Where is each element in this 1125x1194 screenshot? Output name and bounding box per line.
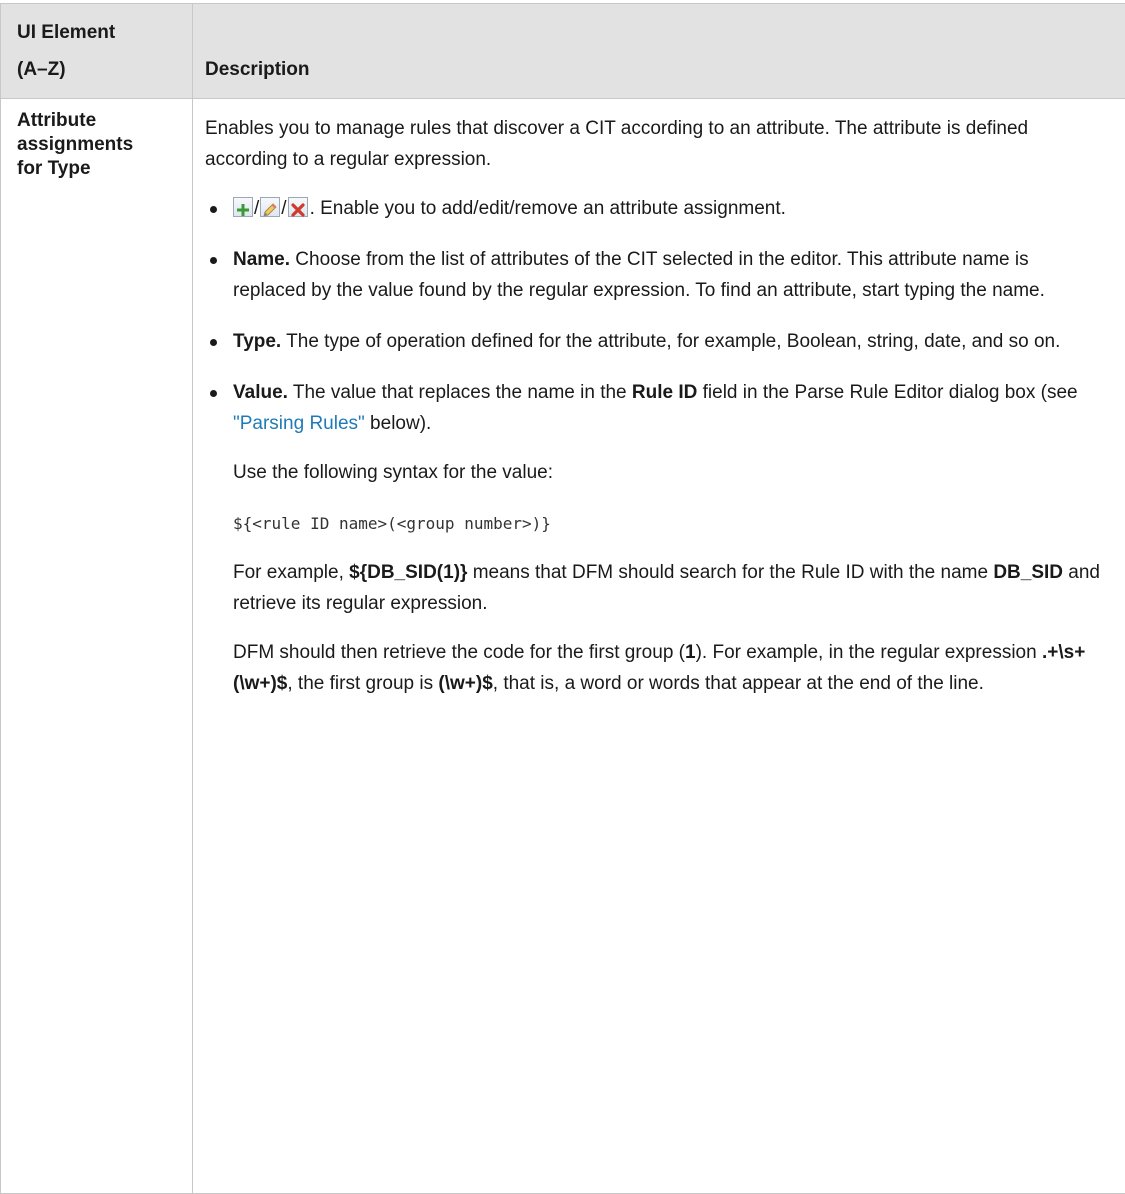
ui-element-cell: Attribute assignments for Type xyxy=(1,99,193,1194)
syntax-code: ${<rule ID name>(<group number>)} xyxy=(233,508,1106,539)
header-description-label: Description xyxy=(205,59,310,80)
name-label: Name. xyxy=(233,249,290,270)
ui-element-table: UI Element (A–Z) Description Attribute a… xyxy=(0,3,1125,1194)
value-label: Value. xyxy=(233,382,288,403)
header-ui-element-label: UI Element xyxy=(17,22,115,43)
value-text-2: field in the Parse Rule Editor dialog bo… xyxy=(697,382,1077,403)
edit-pencil-icon[interactable] xyxy=(260,197,280,217)
value-text-1: The value that replaces the name in the xyxy=(288,382,632,403)
ui-element-line-3: for Type xyxy=(17,158,91,179)
list-item: Name. Choose from the list of attributes… xyxy=(205,244,1106,306)
example-text-1: For example, xyxy=(233,562,349,583)
table-header-row: UI Element (A–Z) Description xyxy=(1,4,1125,99)
group-paragraph: DFM should then retrieve the code for th… xyxy=(233,637,1106,699)
description-list: / / xyxy=(205,193,1106,699)
icon-separator: / xyxy=(254,193,259,224)
type-label: Type. xyxy=(233,331,281,352)
group-bold-3: (\w+)$ xyxy=(438,673,492,694)
parsing-rules-link[interactable]: "Parsing Rules" xyxy=(233,413,365,434)
example-text-2: means that DFM should search for the Rul… xyxy=(467,562,993,583)
remove-x-icon[interactable] xyxy=(288,197,308,217)
example-paragraph: For example, ${DB_SID(1)} means that DFM… xyxy=(233,557,1106,619)
example-bold-2: DB_SID xyxy=(993,562,1063,583)
value-rule-id: Rule ID xyxy=(632,382,697,403)
add-icon[interactable] xyxy=(233,197,253,217)
value-text-3: below). xyxy=(365,413,432,434)
header-description: Description xyxy=(193,4,1125,99)
list-item: Type. The type of operation defined for … xyxy=(205,326,1106,357)
header-ui-element: UI Element (A–Z) xyxy=(1,4,193,99)
description-cell: Enables you to manage rules that discove… xyxy=(193,99,1125,1194)
example-bold-1: ${DB_SID(1)} xyxy=(349,562,467,583)
group-text-3: , the first group is xyxy=(287,673,438,694)
ui-element-line-1: Attribute xyxy=(17,110,96,131)
name-text: Choose from the list of attributes of th… xyxy=(233,249,1045,301)
list-item: / / xyxy=(205,193,1106,224)
icon-separator: / xyxy=(281,193,286,224)
header-ui-element-sub: (A–Z) xyxy=(17,59,66,80)
description-intro: Enables you to manage rules that discove… xyxy=(205,113,1106,175)
type-text: The type of operation defined for the at… xyxy=(281,331,1060,352)
group-text-2: ). For example, in the regular expressio… xyxy=(696,642,1042,663)
ui-element-line-2: assignments xyxy=(17,134,133,155)
group-bold-1: 1 xyxy=(685,642,696,663)
toolbar-icons: / / xyxy=(233,193,308,224)
icons-description: . Enable you to add/edit/remove an attri… xyxy=(310,198,786,219)
list-item: Value. The value that replaces the name … xyxy=(205,377,1106,699)
syntax-intro: Use the following syntax for the value: xyxy=(233,457,1106,488)
group-text-4: , that is, a word or words that appear a… xyxy=(493,673,984,694)
table-row: Attribute assignments for Type Enables y… xyxy=(1,99,1125,1194)
group-text-1: DFM should then retrieve the code for th… xyxy=(233,642,685,663)
